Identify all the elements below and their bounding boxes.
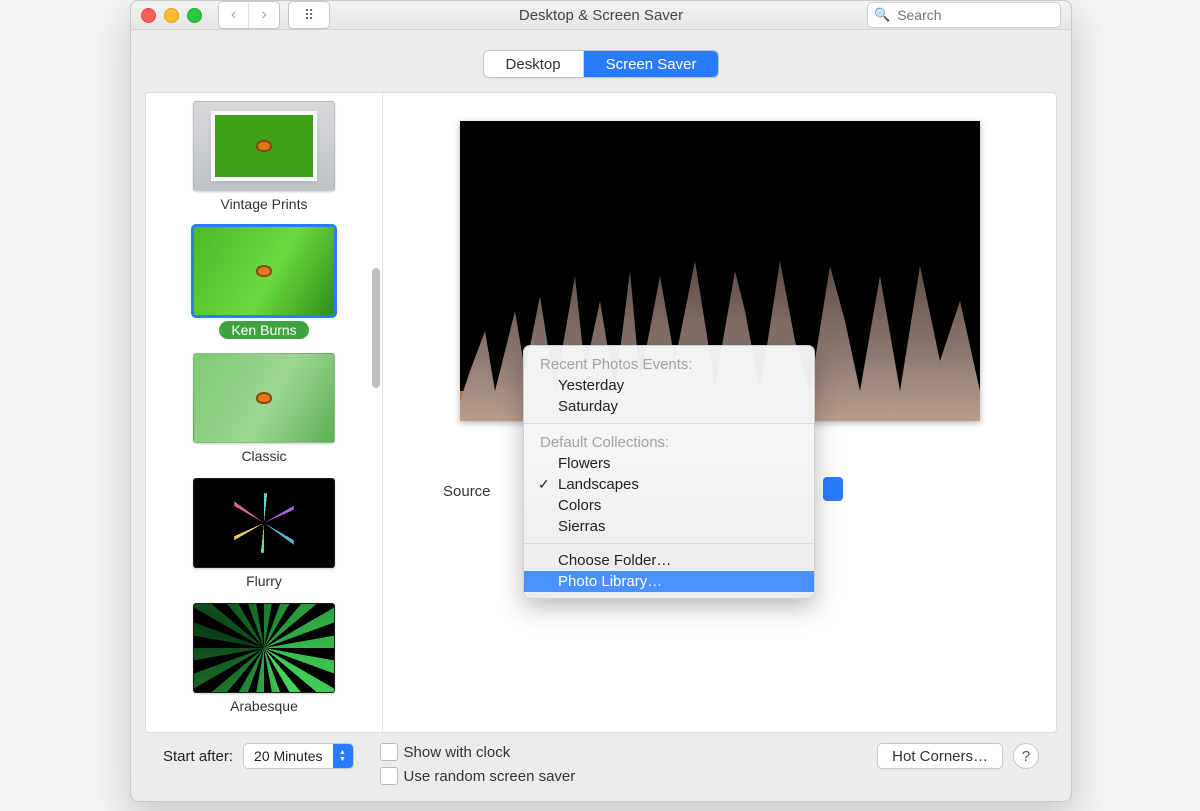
menu-section-default: Default Collections: [524, 430, 814, 453]
menu-item-yesterday[interactable]: Yesterday [524, 375, 814, 396]
saver-ken-burns[interactable]: Ken Burns [193, 226, 335, 339]
start-after-select[interactable]: 20 Minutes ▲▼ [243, 743, 353, 769]
use-random-checkbox[interactable]: Use random screen saver [380, 767, 852, 785]
grid-icon: ⠿ [304, 7, 314, 24]
menu-item-photo-library[interactable]: Photo Library… [524, 571, 814, 592]
source-popup-menu[interactable]: Recent Photos Events: Yesterday Saturday… [523, 345, 815, 599]
menu-separator [524, 543, 814, 544]
saver-vintage-prints[interactable]: Vintage Prints [193, 101, 335, 212]
search-icon: 🔍 [874, 7, 890, 23]
saver-label: Arabesque [193, 698, 335, 714]
show-all-button[interactable]: ⠿ [288, 1, 330, 29]
desktop-screensaver-tabs: Desktop Screen Saver [483, 50, 720, 78]
saver-label: Ken Burns [219, 321, 308, 339]
scrollbar-thumb[interactable] [372, 268, 380, 388]
menu-item-choose-folder[interactable]: Choose Folder… [524, 550, 814, 571]
show-with-clock-checkbox[interactable]: Show with clock [380, 743, 852, 761]
source-popup-button-cap[interactable] [823, 477, 843, 501]
tab-desktop[interactable]: Desktop [484, 51, 584, 77]
ladybug-icon [256, 392, 272, 404]
minimize-window-button[interactable] [164, 8, 179, 23]
checkbox-box [380, 767, 398, 785]
zoom-window-button[interactable] [187, 8, 202, 23]
source-label: Source [443, 483, 491, 500]
saver-thumb [193, 353, 335, 443]
forward-button[interactable]: › [249, 2, 279, 28]
back-button[interactable]: ‹ [219, 2, 249, 28]
checkbox-label: Show with clock [404, 744, 511, 761]
ladybug-icon [256, 140, 272, 152]
chevron-right-icon: › [261, 6, 266, 23]
prefs-window: ‹ › ⠿ Desktop & Screen Saver 🔍 Desktop S… [130, 0, 1072, 802]
tab-screensaver[interactable]: Screen Saver [584, 51, 719, 77]
checkbox-box [380, 743, 398, 761]
close-window-button[interactable] [141, 8, 156, 23]
menu-item-flowers[interactable]: Flowers [524, 453, 814, 474]
menu-item-saturday[interactable]: Saturday [524, 396, 814, 417]
right-controls: Hot Corners… ? [877, 743, 1039, 769]
screensaver-list[interactable]: Vintage Prints Ken Burns Classic [146, 93, 383, 732]
panel: Vintage Prints Ken Burns Classic [145, 92, 1057, 733]
content-area: Desktop Screen Saver Vintage Prints Ken [131, 30, 1071, 811]
saver-label: Vintage Prints [193, 196, 335, 212]
saver-arabesque[interactable]: Arabesque [193, 603, 335, 714]
ladybug-icon [256, 265, 272, 277]
menu-section-recent: Recent Photos Events: [524, 352, 814, 375]
search-input[interactable] [895, 6, 1080, 24]
titlebar: ‹ › ⠿ Desktop & Screen Saver 🔍 [131, 1, 1071, 30]
saver-thumb [193, 603, 335, 693]
saver-label: Flurry [193, 573, 335, 589]
saver-flurry[interactable]: Flurry [193, 478, 335, 589]
menu-item-landscapes[interactable]: Landscapes [524, 474, 814, 495]
preview-pane: Source Recent Photos Events: Yesterday S… [383, 93, 1056, 732]
saver-thumb [193, 101, 335, 191]
nav-back-forward: ‹ › [218, 1, 280, 29]
source-row: Source [443, 483, 491, 500]
saver-thumb [193, 478, 335, 568]
saver-thumb [193, 226, 335, 316]
menu-item-colors[interactable]: Colors [524, 495, 814, 516]
menu-separator [524, 423, 814, 424]
search-field[interactable]: 🔍 [867, 2, 1061, 28]
saver-label: Classic [193, 448, 335, 464]
start-after-label: Start after: [163, 748, 233, 765]
select-stepper-icon: ▲▼ [333, 744, 353, 768]
hot-corners-button[interactable]: Hot Corners… [877, 743, 1003, 769]
start-after-row: Start after: 20 Minutes ▲▼ [163, 743, 354, 769]
checkbox-label: Use random screen saver [404, 768, 576, 785]
help-button[interactable]: ? [1013, 743, 1039, 769]
saver-classic[interactable]: Classic [193, 353, 335, 464]
bottom-bar: Start after: 20 Minutes ▲▼ Show with clo… [145, 733, 1057, 801]
menu-item-sierras[interactable]: Sierras [524, 516, 814, 537]
traffic-lights [141, 8, 202, 23]
options-checks: Show with clock Use random screen saver [380, 743, 852, 785]
chevron-left-icon: ‹ [231, 6, 236, 23]
start-after-value: 20 Minutes [244, 748, 332, 764]
